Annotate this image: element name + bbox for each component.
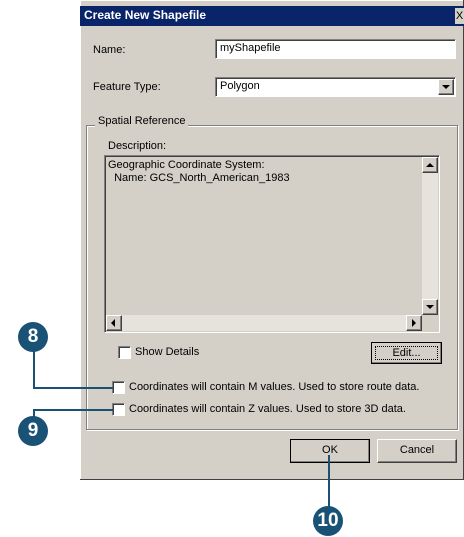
feature-type-dropdown-button[interactable] (438, 79, 454, 95)
scroll-left-button[interactable] (106, 315, 122, 331)
name-input[interactable]: myShapefile (215, 39, 456, 59)
close-button[interactable]: X (455, 8, 464, 24)
scroll-down-button[interactable] (422, 299, 438, 315)
edit-button-label: Edit... (375, 346, 438, 360)
m-values-checkbox[interactable] (112, 381, 125, 394)
chevron-down-icon (442, 85, 450, 89)
cancel-button[interactable]: Cancel (377, 439, 457, 463)
description-label: Description: (108, 140, 167, 152)
callout-step-9: 9 (18, 416, 48, 446)
scroll-up-button[interactable] (422, 157, 438, 173)
feature-type-select[interactable]: Polygon (215, 77, 456, 97)
description-horizontal-scrollbar[interactable] (106, 315, 422, 331)
chevron-up-icon (426, 163, 434, 167)
description-vertical-scrollbar[interactable] (422, 157, 438, 315)
cancel-button-label: Cancel (399, 444, 435, 456)
callout-10-line (328, 455, 330, 511)
spatial-reference-legend: Spatial Reference (95, 115, 189, 127)
chevron-left-icon (111, 319, 115, 327)
callout-9-line-horizontal (33, 409, 113, 411)
callout-step-10: 10 (313, 506, 343, 536)
z-values-checkbox[interactable] (112, 403, 125, 416)
edit-button[interactable]: Edit... (371, 342, 442, 364)
chevron-right-icon (412, 319, 416, 327)
name-label: Name: (93, 44, 126, 56)
ok-button-label: OK (322, 444, 338, 456)
callout-step-8: 8 (18, 322, 48, 352)
feature-type-label: Feature Type: (93, 81, 161, 93)
name-input-value: myShapefile (220, 42, 281, 54)
feature-type-value: Polygon (220, 80, 260, 92)
scrollbar-corner (422, 315, 438, 331)
callout-8-line-vertical (33, 350, 35, 388)
callout-8-line-horizontal (33, 387, 113, 389)
chevron-down-icon (426, 305, 434, 309)
description-text: Geographic Coordinate System: Name: GCS_… (108, 159, 290, 184)
dialog-title: Create New Shapefile (84, 8, 207, 22)
show-details-checkbox[interactable] (118, 346, 131, 359)
scroll-right-button[interactable] (406, 315, 422, 331)
ok-button[interactable]: OK (290, 439, 370, 463)
m-values-label: Coordinates will contain M values. Used … (129, 381, 420, 393)
z-values-label: Coordinates will contain Z values. Used … (129, 403, 406, 415)
show-details-label: Show Details (135, 346, 200, 358)
